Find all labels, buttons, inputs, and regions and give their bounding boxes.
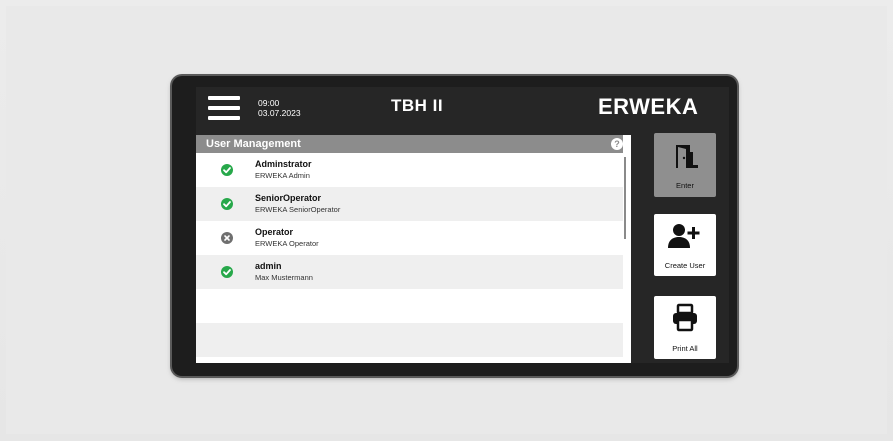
list-header: User Management ? — [196, 135, 623, 153]
status-active-icon — [221, 164, 233, 176]
user-row[interactable]: Adminstrator ERWEKA Admin — [196, 153, 623, 187]
empty-row — [196, 323, 623, 357]
list-title: User Management — [206, 138, 301, 150]
user-management-panel: User Management ? Adminstrator ERWEKA Ad… — [196, 135, 631, 363]
empty-row — [196, 289, 623, 323]
user-name: SeniorOperator — [255, 193, 322, 203]
user-name: Adminstrator — [255, 159, 312, 169]
device-title: TBH II — [391, 96, 444, 115]
menu-icon[interactable] — [208, 96, 240, 120]
user-role: ERWEKA SeniorOperator — [255, 205, 341, 214]
user-role: ERWEKA Admin — [255, 171, 310, 180]
door-icon — [676, 145, 698, 168]
clock: 09:00 03.07.2023 — [258, 98, 301, 118]
enter-label: Enter — [676, 181, 694, 190]
status-active-icon — [221, 266, 233, 278]
user-row[interactable]: SeniorOperator ERWEKA SeniorOperator — [196, 187, 623, 221]
status-inactive-icon — [221, 232, 233, 244]
create-user-label: Create User — [664, 261, 706, 270]
user-name: Operator — [255, 227, 294, 237]
clock-time: 09:00 — [258, 98, 280, 108]
clock-date: 03.07.2023 — [258, 108, 301, 118]
add-user-icon — [668, 224, 700, 248]
user-row[interactable]: admin Max Mustermann — [196, 255, 623, 289]
help-icon[interactable]: ? — [611, 138, 623, 150]
user-list: Adminstrator ERWEKA Admin SeniorOperator… — [196, 153, 623, 363]
enter-button[interactable]: Enter — [654, 133, 716, 197]
printer-icon — [673, 303, 697, 332]
user-name: admin — [255, 261, 282, 271]
user-role: Max Mustermann — [255, 273, 313, 282]
status-active-icon — [221, 198, 233, 210]
create-user-button[interactable]: Create User — [654, 214, 716, 276]
print-all-label: Print All — [672, 344, 698, 353]
touch-screen: 09:00 03.07.2023 TBH II ERWEKA User Mana… — [196, 87, 729, 363]
scrollbar[interactable] — [624, 157, 626, 239]
user-role: ERWEKA Operator — [255, 239, 319, 248]
print-all-button[interactable]: Print All — [654, 296, 716, 359]
brand-logo: ERWEKA — [598, 94, 699, 119]
user-row[interactable]: Operator ERWEKA Operator — [196, 221, 623, 255]
